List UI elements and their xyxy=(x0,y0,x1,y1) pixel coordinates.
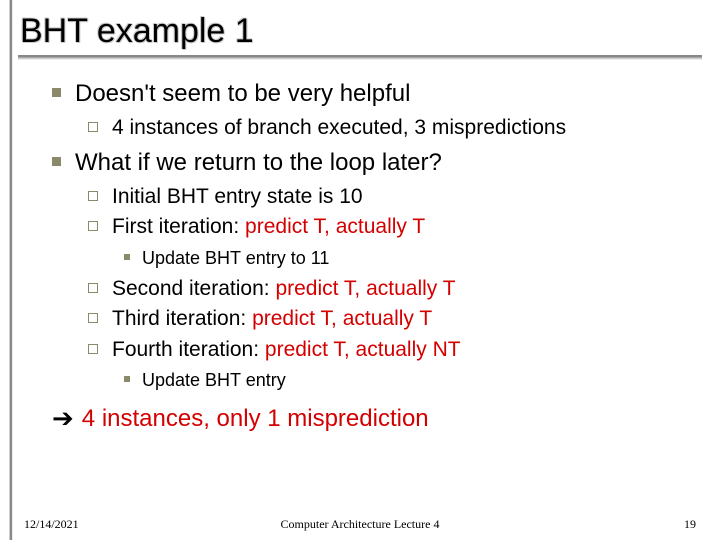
conclusion-line: ➔ 4 instances, only 1 misprediction xyxy=(52,403,694,434)
arrow-right-icon: ➔ xyxy=(52,403,74,434)
text: Initial BHT entry state is 10 xyxy=(112,183,363,211)
text-a: Fourth iteration: xyxy=(112,338,265,361)
open-square-bullet-icon xyxy=(88,283,98,293)
footer-page: 19 xyxy=(684,517,696,532)
small-square-bullet-icon xyxy=(124,254,130,260)
bullet-l2: Second iteration: predict T, actually T xyxy=(88,275,694,303)
text-a: Third iteration: xyxy=(112,307,252,330)
text: Doesn't seem to be very helpful xyxy=(75,78,410,110)
text-red: predict T, actually T xyxy=(252,307,432,330)
small-square-bullet-icon xyxy=(124,376,130,382)
text-a: First iteration: xyxy=(112,215,245,238)
slide: BHT example 1 Doesn't seem to be very he… xyxy=(0,0,720,540)
footer: 12/14/2021 Computer Architecture Lecture… xyxy=(0,517,720,532)
text: What if we return to the loop later? xyxy=(75,147,442,179)
bullet-l2: Fourth iteration: predict T, actually NT xyxy=(88,336,694,364)
bullet-l2: First iteration: predict T, actually T xyxy=(88,213,694,241)
conclusion-text: 4 instances, only 1 misprediction xyxy=(82,405,429,433)
bullet-l1: What if we return to the loop later? xyxy=(52,147,694,179)
text-a: Second iteration: xyxy=(112,277,275,300)
bullet-l3: Update BHT entry to 11 xyxy=(124,246,694,271)
bullet-l2: 4 instances of branch executed, 3 mispre… xyxy=(88,114,694,142)
title-rule xyxy=(18,55,702,58)
text: First iteration: predict T, actually T xyxy=(112,213,425,241)
bullet-l1: Doesn't seem to be very helpful xyxy=(52,78,694,110)
bullet-l3: Update BHT entry xyxy=(124,368,694,393)
bullet-l2: Third iteration: predict T, actually T xyxy=(88,305,694,333)
slide-title: BHT example 1 xyxy=(18,12,702,51)
slide-body: Doesn't seem to be very helpful 4 instan… xyxy=(18,64,702,434)
footer-date: 12/14/2021 xyxy=(24,517,79,532)
text: 4 instances of branch executed, 3 mispre… xyxy=(112,114,566,142)
text-red: predict T, actually T xyxy=(275,277,455,300)
text: Update BHT entry xyxy=(142,368,286,393)
left-rule xyxy=(10,0,12,540)
open-square-bullet-icon xyxy=(88,344,98,354)
square-bullet-icon xyxy=(52,157,61,166)
open-square-bullet-icon xyxy=(88,191,98,201)
text: Second iteration: predict T, actually T xyxy=(112,275,456,303)
open-square-bullet-icon xyxy=(88,122,98,132)
text: Third iteration: predict T, actually T xyxy=(112,305,432,333)
text-red: predict T, actually T xyxy=(245,215,425,238)
open-square-bullet-icon xyxy=(88,313,98,323)
text: Fourth iteration: predict T, actually NT xyxy=(112,336,461,364)
footer-center: Computer Architecture Lecture 4 xyxy=(281,517,440,532)
text-red: predict T, actually NT xyxy=(265,338,461,361)
square-bullet-icon xyxy=(52,88,61,97)
bullet-l2: Initial BHT entry state is 10 xyxy=(88,183,694,211)
title-wrap: BHT example 1 xyxy=(18,8,702,64)
text: Update BHT entry to 11 xyxy=(142,246,329,271)
open-square-bullet-icon xyxy=(88,221,98,231)
